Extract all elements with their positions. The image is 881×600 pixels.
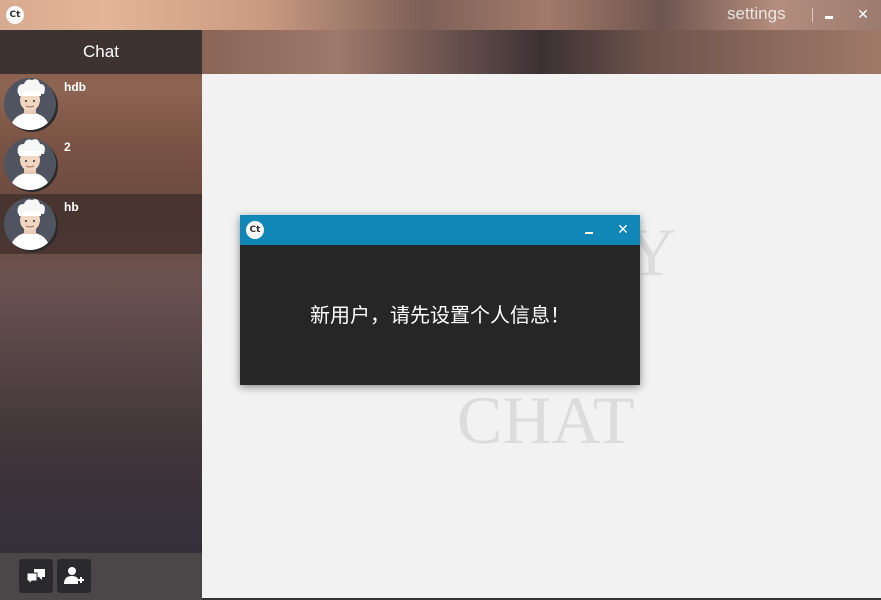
contacts-sidebar: Chat hdb 2 hb: [0, 30, 202, 600]
avatar: [4, 78, 56, 130]
minimize-button[interactable]: [819, 5, 839, 25]
dialog-logo: Ct: [246, 221, 264, 239]
settings-link[interactable]: settings: [727, 3, 786, 25]
dialog-message: 新用户，请先设置个人信息！: [310, 303, 570, 327]
chat-list-button[interactable]: [19, 559, 53, 593]
contact-name: hb: [64, 200, 79, 214]
titlebar-divider: [812, 8, 813, 22]
sidebar-header: Chat: [0, 30, 202, 74]
notice-dialog: Ct ✕ 新用户，请先设置个人信息！: [240, 215, 640, 385]
add-user-icon: [64, 567, 84, 584]
close-button[interactable]: ✕: [853, 5, 873, 25]
chef-avatar-icon: [4, 78, 56, 130]
avatar: [4, 138, 56, 190]
avatar: [4, 198, 56, 250]
dialog-minimize-button[interactable]: [579, 220, 599, 240]
chef-avatar-icon: [4, 198, 56, 250]
chat-header-strip: [202, 30, 881, 74]
chef-avatar-icon: [4, 138, 56, 190]
app-logo: Ct: [6, 6, 24, 24]
dialog-titlebar: Ct ✕: [240, 215, 640, 245]
chat-bubbles-icon: [26, 569, 45, 586]
sidebar-toolbar: [0, 553, 202, 600]
contact-item-selected[interactable]: hb: [0, 194, 202, 254]
sidebar-title: Chat: [83, 42, 119, 61]
contact-name: 2: [64, 140, 71, 154]
contact-item[interactable]: hdb: [0, 74, 202, 134]
contact-name: hdb: [64, 80, 86, 94]
contact-item[interactable]: 2: [0, 134, 202, 194]
window-titlebar: Ct settings ✕: [0, 0, 881, 30]
watermark-text: CHAT: [457, 382, 635, 458]
dialog-close-button[interactable]: ✕: [613, 220, 633, 240]
add-friend-button[interactable]: [57, 559, 91, 593]
